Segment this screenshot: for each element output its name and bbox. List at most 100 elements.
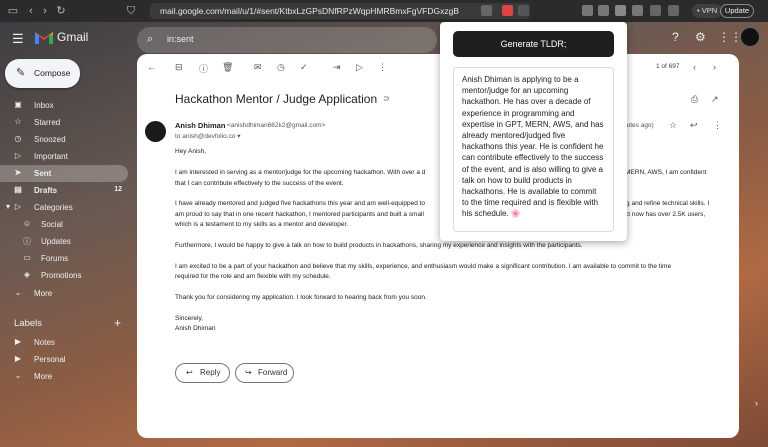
search-bar[interactable]: ⌕ in:sent: [137, 27, 437, 53]
brave-shield-icon[interactable]: [502, 5, 513, 16]
recipient-line[interactable]: to anish@devfolio.co ▾: [175, 132, 241, 140]
search-input[interactable]: in:sent: [167, 34, 194, 44]
chevron-down-icon: ⌄: [14, 288, 22, 297]
add-task-icon[interactable]: ✓: [300, 62, 308, 73]
mark-unread-icon[interactable]: ✉: [254, 62, 262, 73]
sidebar-item-label: Starred: [34, 118, 61, 127]
rewards-icon[interactable]: [518, 5, 529, 16]
sidebar-toggle-icon[interactable]: ▭: [6, 4, 20, 18]
important-marker-icon[interactable]: ⊃: [383, 94, 390, 103]
search-icon[interactable]: ⌕: [147, 33, 153, 46]
bookmark-icon[interactable]: ⛉: [124, 4, 138, 18]
sidebar-item-label: Social: [41, 220, 63, 229]
para-1-tail: MERN, AWS, I am confident: [625, 169, 707, 176]
add-label-icon[interactable]: +: [114, 316, 121, 330]
sidebar-item-promotions[interactable]: ◈ Promotions: [0, 267, 128, 284]
drafts-count: 12: [114, 186, 122, 193]
sidebar-icon[interactable]: [650, 5, 661, 16]
generate-tldr-button[interactable]: Generate TLDR;: [453, 31, 614, 57]
move-to-icon[interactable]: ⇥: [333, 62, 341, 73]
puzzle-icon[interactable]: [632, 5, 643, 16]
compose-label: Compose: [34, 68, 71, 78]
people-icon: ☺: [22, 219, 32, 228]
sidebar-item-label: Forums: [41, 254, 69, 263]
forward-icon: ↪: [245, 368, 252, 377]
gear-icon[interactable]: ⚙: [695, 30, 706, 44]
reply-label: Reply: [200, 368, 221, 377]
update-button[interactable]: Update: [720, 4, 754, 18]
menu-icon[interactable]: ☰: [12, 31, 24, 47]
forum-icon: ▭: [23, 253, 31, 262]
chevron-down-icon: ▾: [5, 202, 10, 211]
sidebar-item-social[interactable]: ☺ Social: [0, 216, 128, 233]
sidebar-item-forums[interactable]: ▭ Forums: [0, 250, 128, 267]
sidebar-item-more[interactable]: ⌄ More: [0, 285, 128, 302]
expand-panel-icon[interactable]: ›: [755, 398, 758, 408]
sidebar-item-label: Updates: [41, 237, 71, 246]
more-vert-icon[interactable]: ⋮: [378, 62, 387, 73]
sidebar-item-important[interactable]: ▷ Important: [0, 148, 128, 165]
label-icon: ▶: [14, 354, 22, 363]
avatar[interactable]: [740, 27, 760, 47]
extension-icon[interactable]: [615, 5, 626, 16]
label-icon[interactable]: ▷: [356, 62, 363, 73]
sidebar-item-snoozed[interactable]: ◷ Snoozed: [0, 131, 128, 148]
sidebar-item-starred[interactable]: ☆ Starred: [0, 114, 128, 131]
prev-icon[interactable]: ‹: [693, 62, 696, 72]
trash-icon[interactable]: 🗑: [222, 62, 233, 73]
sender-name: Anish Dhiman: [175, 121, 226, 130]
gmail-brand: Gmail: [57, 30, 89, 44]
clock-icon: ◷: [14, 134, 22, 143]
apps-icon[interactable]: ⋮⋮: [718, 30, 742, 44]
sender-email: <anishdhiman662k2@gmail.com>: [227, 122, 326, 129]
back-icon[interactable]: ‹: [24, 4, 38, 18]
star-icon[interactable]: ☆: [669, 120, 677, 131]
sidebar-item-label: Notes: [34, 338, 55, 347]
url-bar[interactable]: mail.google.com/mail/u/1/#sent/KtbxLzGPs…: [150, 3, 530, 19]
tldr-popup: Generate TLDR; Anish Dhiman is applying …: [440, 22, 627, 241]
extension-icon[interactable]: [598, 5, 609, 16]
sidebar-item-label: Personal: [34, 355, 66, 364]
reply-icon[interactable]: ↩: [690, 120, 698, 131]
reply-button[interactable]: ↩ Reply: [175, 363, 230, 383]
sidebar-label-notes[interactable]: ▶ Notes: [0, 334, 128, 351]
sidebar-label-personal[interactable]: ▶ Personal: [0, 351, 128, 368]
forward-button[interactable]: ↪ Forward: [235, 363, 294, 383]
archive-icon[interactable]: ⊟: [175, 62, 183, 73]
sidebar-item-updates[interactable]: ⓘ Updates: [0, 233, 128, 250]
share-icon[interactable]: [481, 5, 492, 16]
sidebar-item-label: Drafts: [34, 186, 58, 195]
time-ago: nutes ago): [623, 122, 654, 129]
vpn-button[interactable]: • VPN: [692, 4, 723, 18]
next-icon[interactable]: ›: [713, 62, 716, 72]
snooze-icon[interactable]: ◷: [277, 62, 285, 73]
label-icon: ▶: [14, 337, 22, 346]
help-icon[interactable]: ?: [672, 30, 679, 44]
report-spam-icon[interactable]: ⓘ: [199, 62, 208, 75]
more-vert-icon[interactable]: ⋮: [713, 120, 722, 131]
compose-button[interactable]: ✎ Compose: [5, 59, 80, 88]
sidebar-item-inbox[interactable]: ▣ Inbox: [0, 97, 128, 114]
para-2a-tail: ing and refine technical skills. I: [621, 200, 710, 207]
sidebar-label-more[interactable]: ⌄ More: [0, 368, 128, 385]
extension-icon[interactable]: [582, 5, 593, 16]
sidebar-item-label: More: [34, 372, 53, 381]
sidebar-item-drafts[interactable]: ▤ Drafts 12: [0, 182, 128, 199]
para-4a: I am excited to be a part of your hackat…: [175, 263, 672, 270]
open-new-window-icon[interactable]: ↗: [711, 94, 719, 105]
sidebar-item-categories[interactable]: ▾ ▷ Categories: [0, 199, 128, 216]
reload-icon[interactable]: ↻: [54, 4, 68, 18]
labels-heading: Labels: [14, 318, 42, 329]
sidebar-item-label: Sent: [34, 169, 52, 178]
wallet-icon[interactable]: [668, 5, 679, 16]
gmail-logo-icon[interactable]: [34, 29, 54, 45]
forward-label: Forward: [258, 368, 288, 377]
email-view: ← ⊟ ⓘ 🗑 ✉ ◷ ✓ ⇥ ▷ ⋮ 1 of 697 ‹ › Hackath…: [137, 54, 739, 438]
sidebar-item-label: More: [34, 289, 53, 298]
chevron-down-icon: ⌄: [14, 371, 22, 380]
back-arrow-icon[interactable]: ←: [147, 62, 156, 72]
send-icon: ➤: [14, 168, 22, 177]
sidebar-item-sent[interactable]: ➤ Sent: [0, 165, 128, 182]
forward-icon[interactable]: ›: [38, 4, 52, 18]
print-icon[interactable]: ⎙: [691, 94, 698, 105]
